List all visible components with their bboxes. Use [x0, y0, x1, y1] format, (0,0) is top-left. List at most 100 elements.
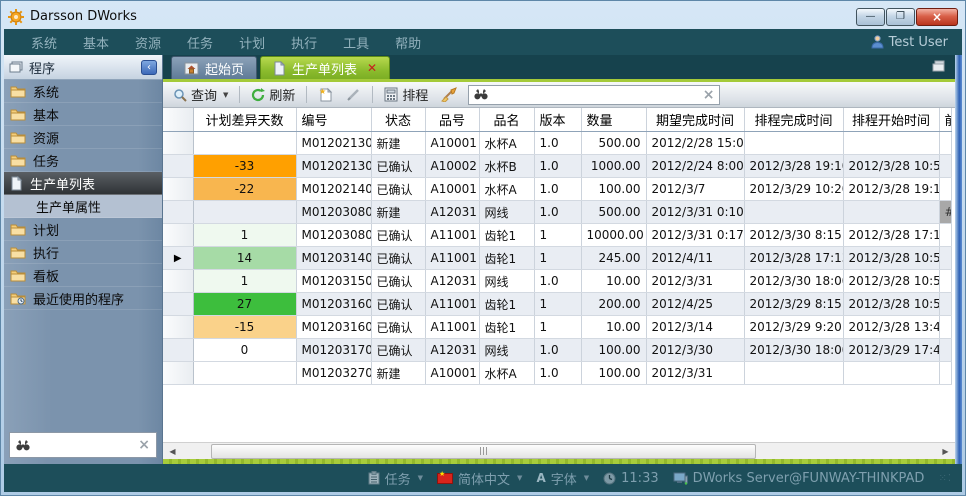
horizontal-scrollbar[interactable]: ◀ ▶	[163, 442, 955, 459]
column-header-5[interactable]: 版本	[534, 108, 581, 132]
filter-clear-icon[interactable]: ×	[703, 87, 715, 103]
column-header-3[interactable]: 品号	[425, 108, 479, 132]
cell-status: 已确认	[371, 178, 425, 201]
cell-version: 1.0	[534, 201, 581, 224]
cell-item_no: A12031	[425, 270, 479, 293]
broom-icon[interactable]	[437, 85, 461, 104]
task-menu[interactable]: 任务 ▼	[368, 469, 423, 488]
table-filter-box: ×	[468, 85, 720, 105]
menu-item-2[interactable]: 资源	[122, 30, 174, 55]
schedule-button[interactable]: 排程	[380, 83, 432, 106]
row-selector[interactable]	[163, 270, 193, 293]
cell-code: M012031402	[296, 247, 371, 270]
edit-pencil-icon[interactable]	[342, 85, 365, 104]
resize-grip[interactable]: ⁙⁚	[938, 473, 952, 484]
close-button[interactable]: ×	[916, 8, 958, 26]
sidebar-item-9[interactable]: 最近使用的程序	[4, 287, 162, 310]
menu-item-1[interactable]: 基本	[70, 30, 122, 55]
sidebar-item-1[interactable]: 基本	[4, 103, 162, 126]
column-header-6[interactable]: 数量	[581, 108, 646, 132]
font-dropdown-icon[interactable]: ▼	[584, 474, 589, 482]
window-title: Darsson DWorks	[30, 9, 137, 24]
table-row[interactable]: 27M012031601已确认A11001齿轮11200.002012/4/25…	[163, 293, 951, 316]
column-header-4[interactable]: 品名	[479, 108, 534, 132]
tab-close-icon[interactable]: ✕	[367, 61, 377, 75]
row-selector[interactable]: ▶	[163, 247, 193, 270]
table-row[interactable]: -33M012021302已确认A10002水杯B1.01000.002012/…	[163, 155, 951, 178]
row-selector[interactable]	[163, 155, 193, 178]
table-row[interactable]: 1M012030802已确认A11001齿轮1110000.002012/3/3…	[163, 224, 951, 247]
sidebar-item-2[interactable]: 资源	[4, 126, 162, 149]
tab-orders[interactable]: 生产单列表✕	[260, 56, 390, 79]
language-dropdown-icon[interactable]: ▼	[517, 474, 522, 482]
window-list-icon[interactable]	[932, 60, 947, 72]
cell-version: 1.0	[534, 178, 581, 201]
cell-clip	[939, 362, 951, 385]
column-header-10[interactable]: 前	[939, 108, 951, 132]
language-menu[interactable]: 简体中文 ▼	[437, 469, 522, 488]
minimize-button[interactable]: —	[856, 8, 885, 26]
tab-strip: 起始页生产单列表✕	[163, 55, 955, 82]
new-document-icon[interactable]: ★	[314, 85, 337, 105]
cell-sched_end	[744, 132, 843, 155]
sidebar-search-clear-icon[interactable]: ×	[138, 437, 150, 453]
column-header-7[interactable]: 期望完成时间	[646, 108, 744, 132]
sidebar-item-0[interactable]: 系统	[4, 80, 162, 103]
recent-folder-icon	[10, 292, 26, 305]
menu-item-4[interactable]: 计划	[226, 30, 278, 55]
column-header-9[interactable]: 排程开始时间	[843, 108, 939, 132]
scrollbar-track[interactable]	[181, 444, 937, 459]
table-row[interactable]: M012032701新建A10001水杯A1.0100.002012/3/31	[163, 362, 951, 385]
sidebar-item-6[interactable]: 计划	[4, 218, 162, 241]
maximize-button[interactable]: ❐	[886, 8, 915, 26]
column-header-1[interactable]: 编号	[296, 108, 371, 132]
table-row[interactable]: 0M012031701已确认A12031网线1.0100.002012/3/30…	[163, 339, 951, 362]
sidebar-search: ×	[9, 432, 157, 458]
query-button[interactable]: 查询 ▼	[169, 83, 232, 106]
tab-home[interactable]: 起始页	[171, 56, 257, 79]
menu-item-0[interactable]: 系统	[18, 30, 70, 55]
menu-item-3[interactable]: 任务	[174, 30, 226, 55]
table-row[interactable]: 1M012031501已确认A12031网线1.010.002012/3/312…	[163, 270, 951, 293]
table-row[interactable]: -22M012021401已确认A10001水杯A1.0100.002012/3…	[163, 178, 951, 201]
table-filter-input[interactable]	[493, 88, 697, 102]
menu-item-7[interactable]: 帮助	[382, 30, 434, 55]
refresh-button[interactable]: 刷新	[247, 83, 299, 106]
column-header-8[interactable]: 排程完成时间	[744, 108, 843, 132]
column-header-2[interactable]: 状态	[371, 108, 425, 132]
scrollbar-thumb[interactable]	[211, 444, 755, 459]
table-row[interactable]: M012030801新建A12031网线1.0500.002012/3/31 0…	[163, 201, 951, 224]
scroll-left-icon[interactable]: ◀	[164, 444, 181, 459]
sidebar-item-7[interactable]: 执行	[4, 241, 162, 264]
query-dropdown-icon[interactable]: ▼	[223, 91, 228, 99]
cell-sched_end	[744, 201, 843, 224]
sidebar-item-3[interactable]: 任务	[4, 149, 162, 172]
font-menu[interactable]: A 字体 ▼	[536, 469, 589, 488]
row-selector[interactable]	[163, 224, 193, 247]
table-row[interactable]: ▶14M012031402已确认A11001齿轮11245.002012/4/1…	[163, 247, 951, 270]
table-row[interactable]: M012021301新建A10001水杯A1.0500.002012/2/28 …	[163, 132, 951, 155]
sidebar-search-input[interactable]	[36, 438, 132, 452]
task-dropdown-icon[interactable]: ▼	[418, 474, 423, 482]
sidebar-item-5[interactable]: 生产单属性	[4, 195, 162, 218]
row-selector[interactable]	[163, 201, 193, 224]
row-selector[interactable]	[163, 316, 193, 339]
row-selector[interactable]	[163, 339, 193, 362]
row-selector[interactable]	[163, 293, 193, 316]
table-row[interactable]: -15M012031602已确认A11001齿轮1110.002012/3/14…	[163, 316, 951, 339]
user-indicator[interactable]: Test User	[871, 35, 948, 50]
cell-status: 已确认	[371, 270, 425, 293]
sidebar-item-4[interactable]: 生产单列表	[4, 172, 162, 195]
menu-item-6[interactable]: 工具	[330, 30, 382, 55]
cell-expect: 2012/3/31 0:17	[646, 224, 744, 247]
sidebar-item-8[interactable]: 看板	[4, 264, 162, 287]
menu-item-5[interactable]: 执行	[278, 30, 330, 55]
row-selector[interactable]	[163, 362, 193, 385]
scroll-right-icon[interactable]: ▶	[937, 444, 954, 459]
sidebar-collapse-button[interactable]: ‹	[141, 60, 157, 75]
cell-sched_end: 2012/3/29 10:20	[744, 178, 843, 201]
column-header-0[interactable]: 计划差异天数	[193, 108, 296, 132]
cell-clip	[939, 178, 951, 201]
row-selector[interactable]	[163, 178, 193, 201]
row-selector[interactable]	[163, 132, 193, 155]
